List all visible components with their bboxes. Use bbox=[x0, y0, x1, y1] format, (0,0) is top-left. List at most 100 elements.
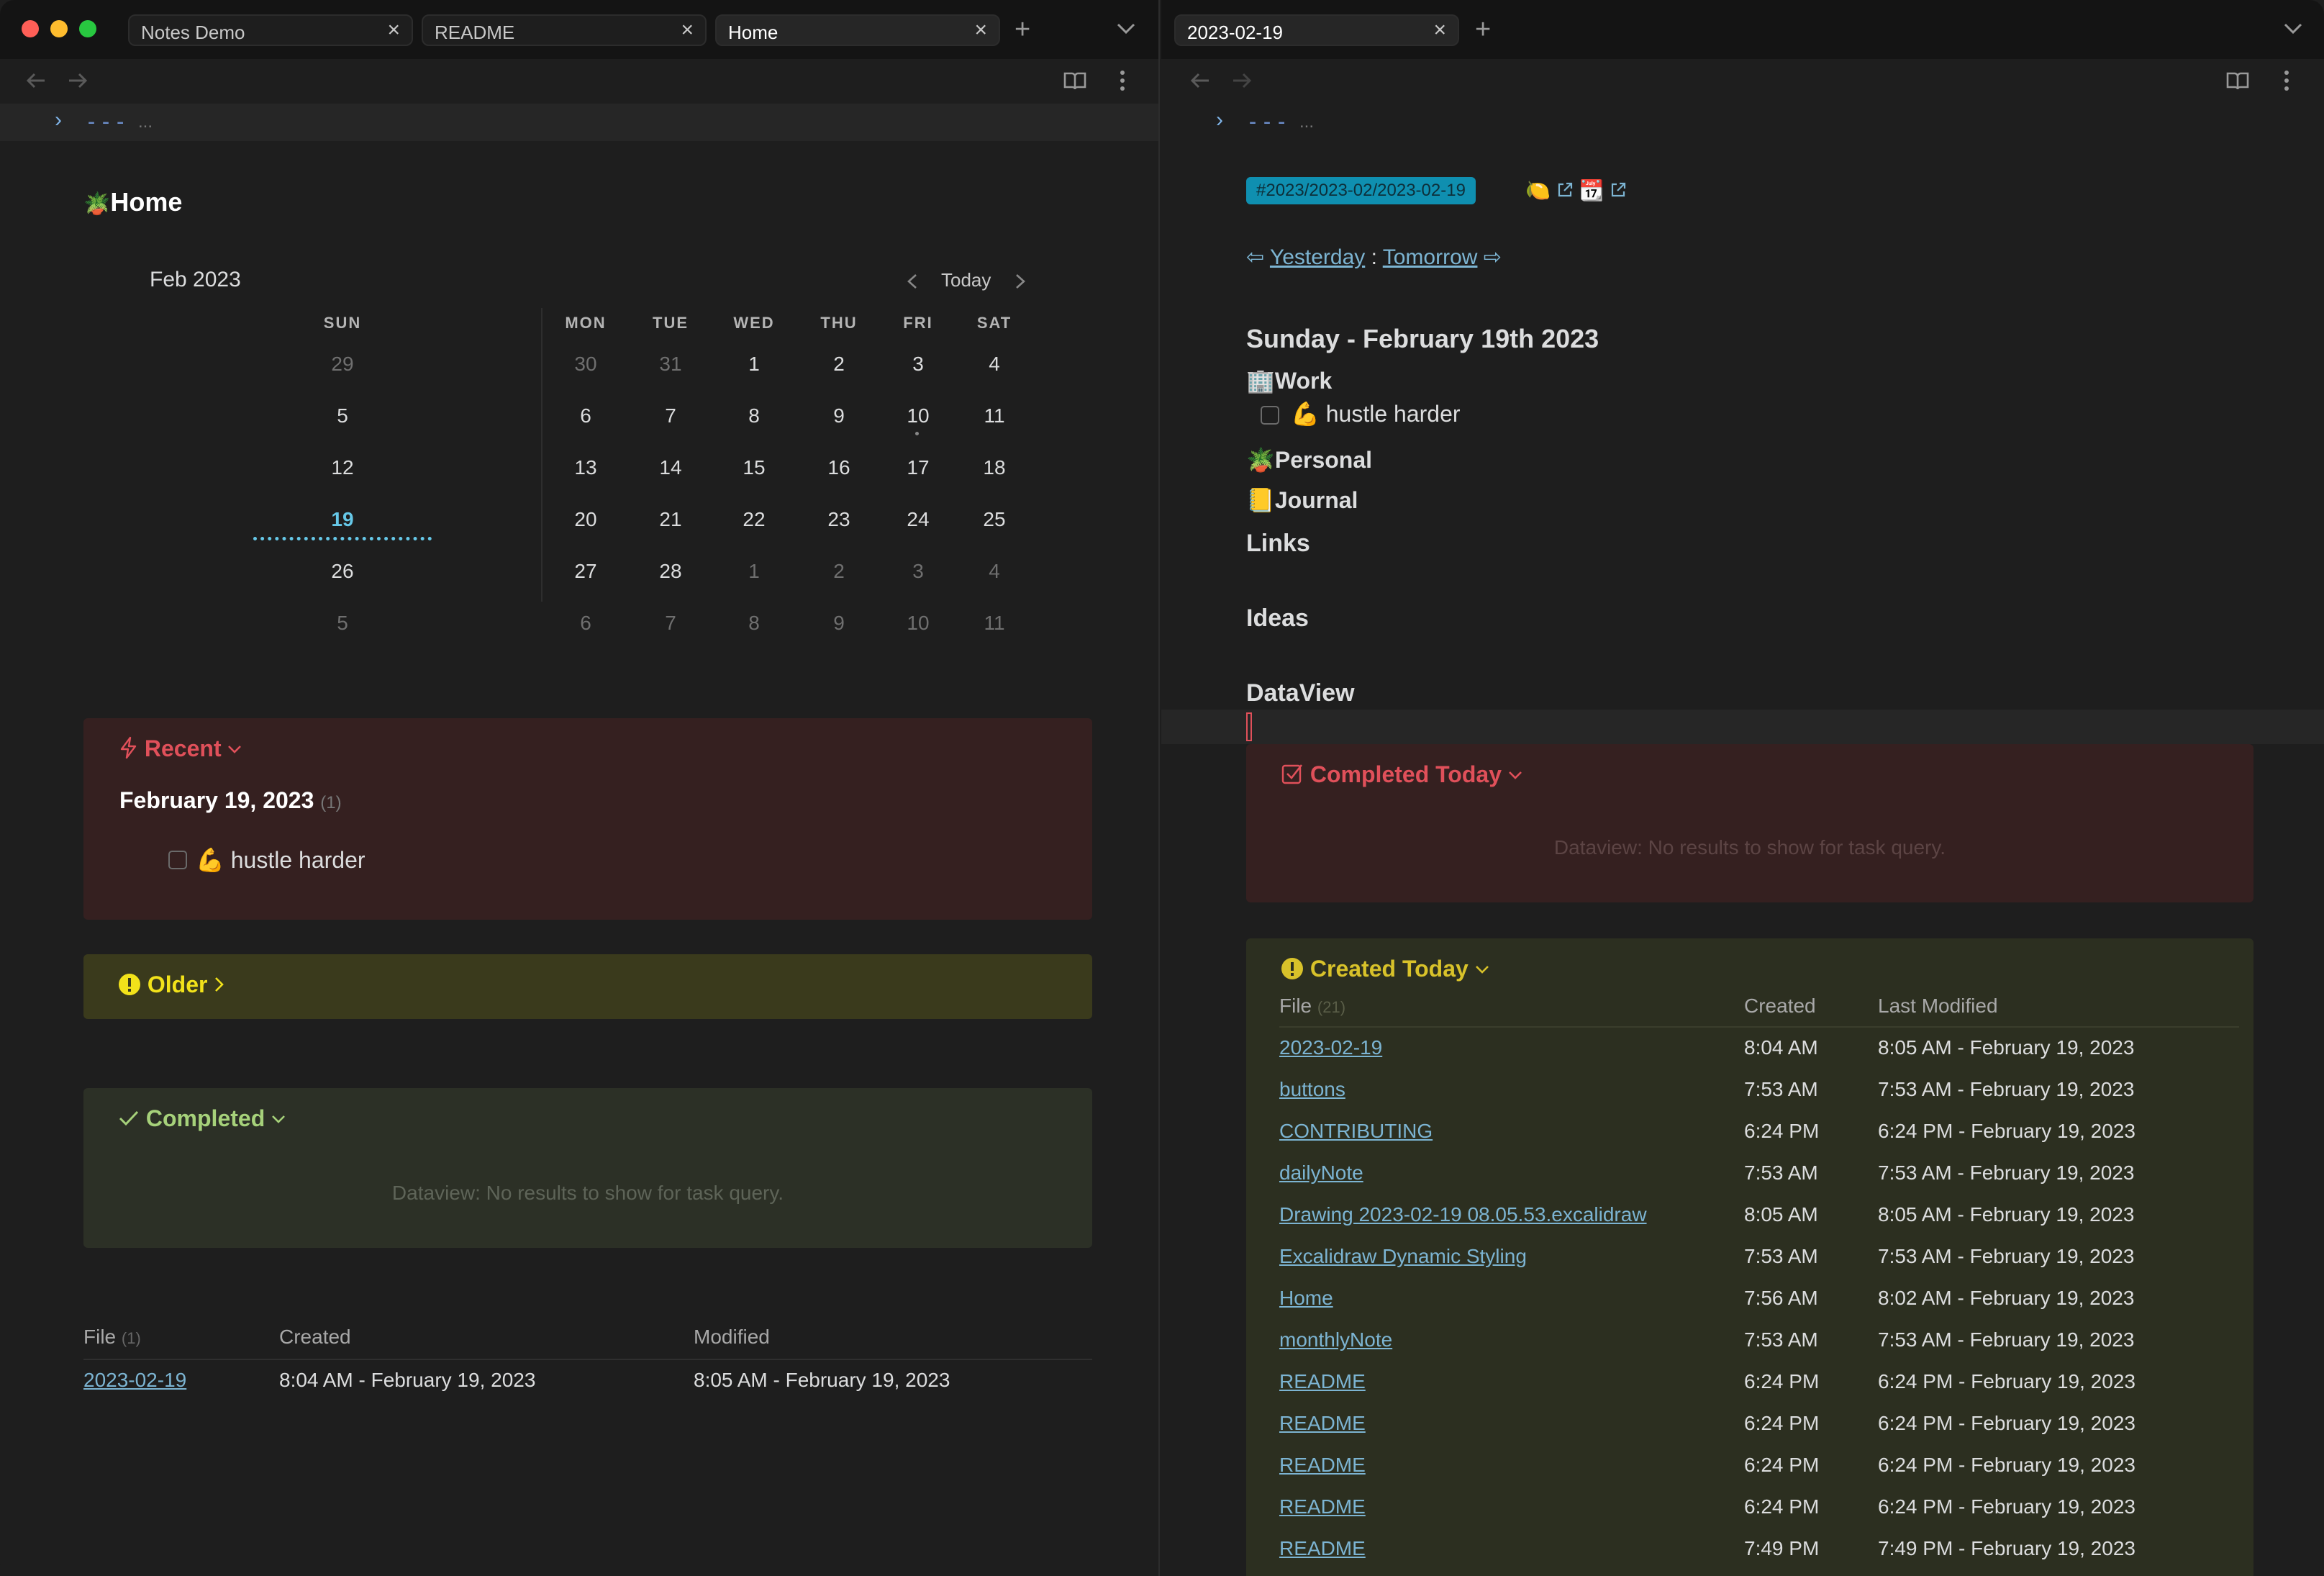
external-link-icon[interactable] bbox=[1556, 181, 1574, 199]
arrow-left-icon[interactable] bbox=[26, 72, 46, 89]
calendar-day[interactable]: 10 bbox=[889, 404, 947, 427]
file-link[interactable]: monthlyNote bbox=[1279, 1328, 1392, 1351]
calendar-day[interactable]: 10 bbox=[889, 612, 947, 635]
more-vertical-icon[interactable] bbox=[1118, 69, 1127, 92]
task-checkbox[interactable] bbox=[168, 851, 187, 869]
calendar-day[interactable]: 25 bbox=[966, 508, 1023, 531]
older-callout[interactable]: Older bbox=[83, 954, 1092, 1019]
file-link[interactable]: README bbox=[1279, 1412, 1366, 1435]
file-link[interactable]: dailyNote bbox=[1279, 1161, 1363, 1185]
recent-header[interactable]: Recent bbox=[119, 735, 242, 762]
file-link[interactable]: Home bbox=[1279, 1287, 1333, 1310]
frontmatter-collapsed[interactable]: › --- ... bbox=[1161, 104, 2324, 141]
table-header-last-modified[interactable]: Last Modified bbox=[1878, 995, 1998, 1018]
calendar-day[interactable]: 23 bbox=[810, 508, 868, 531]
plus-icon[interactable]: + bbox=[1475, 16, 1491, 43]
file-link[interactable]: 2023-02-19 bbox=[1279, 1036, 1382, 1059]
calendar-day[interactable]: 11 bbox=[966, 404, 1023, 427]
file-link[interactable]: Excalidraw Dynamic Styling bbox=[1279, 1245, 1527, 1268]
chevron-right-icon[interactable] bbox=[1015, 273, 1026, 289]
calendar-day[interactable]: 4 bbox=[966, 353, 1023, 376]
arrow-left-icon[interactable] bbox=[1190, 72, 1210, 89]
tab-readme[interactable]: README × bbox=[422, 14, 707, 46]
calendar-day[interactable]: 9 bbox=[810, 404, 868, 427]
table-header-created[interactable]: Created bbox=[1744, 995, 1816, 1018]
external-link-icon[interactable] bbox=[1610, 181, 1627, 199]
calendar-day[interactable]: 7 bbox=[642, 404, 699, 427]
file-link[interactable]: README bbox=[1279, 1454, 1366, 1477]
calendar-day[interactable]: 19 bbox=[314, 508, 371, 531]
calendar-day[interactable]: 13 bbox=[557, 456, 614, 479]
file-link[interactable]: README bbox=[1279, 1495, 1366, 1518]
calendar-icon[interactable]: 📆 bbox=[1579, 178, 1604, 202]
calendar-day[interactable]: 2 bbox=[810, 353, 868, 376]
table-header-created[interactable]: Created bbox=[279, 1326, 351, 1349]
text-cursor[interactable] bbox=[1246, 712, 1252, 741]
chevron-right-icon[interactable]: › bbox=[1216, 108, 1223, 132]
file-link[interactable]: 2023-02-19 bbox=[83, 1369, 186, 1392]
arrow-right-icon[interactable] bbox=[1232, 72, 1252, 89]
calendar-day[interactable]: 1 bbox=[725, 560, 783, 583]
task-checkbox[interactable] bbox=[1261, 406, 1279, 425]
table-header-modified[interactable]: Modified bbox=[694, 1326, 770, 1349]
calendar-day[interactable]: 20 bbox=[557, 508, 614, 531]
frontmatter-collapsed[interactable]: › --- ... bbox=[0, 104, 1158, 141]
file-link[interactable]: README bbox=[1279, 1537, 1366, 1560]
chevron-down-icon[interactable] bbox=[1117, 23, 1135, 35]
close-window-button[interactable] bbox=[22, 20, 39, 37]
calendar-day[interactable]: 11 bbox=[966, 612, 1023, 635]
arrow-right-icon[interactable] bbox=[68, 72, 88, 89]
maximize-window-button[interactable] bbox=[79, 20, 96, 37]
completed-header[interactable]: Completed bbox=[118, 1105, 286, 1132]
calendar-day[interactable]: 6 bbox=[557, 404, 614, 427]
calendar-day[interactable]: 18 bbox=[966, 456, 1023, 479]
minimize-window-button[interactable] bbox=[50, 20, 68, 37]
calendar-day[interactable]: 2 bbox=[810, 560, 868, 583]
calendar-today-button[interactable]: Today bbox=[941, 269, 991, 291]
older-header[interactable]: Older bbox=[118, 972, 224, 998]
calendar-day[interactable]: 27 bbox=[557, 560, 614, 583]
calendar-day[interactable]: 12 bbox=[314, 456, 371, 479]
calendar-day[interactable]: 31 bbox=[642, 353, 699, 376]
calendar-day[interactable]: 8 bbox=[725, 612, 783, 635]
created-today-header[interactable]: Created Today bbox=[1281, 956, 1489, 982]
book-open-icon[interactable] bbox=[2226, 71, 2249, 91]
plus-icon[interactable]: + bbox=[1015, 16, 1030, 43]
calendar-day[interactable]: 8 bbox=[725, 404, 783, 427]
calendar-day[interactable]: 16 bbox=[810, 456, 868, 479]
file-link[interactable]: CONTRIBUTING bbox=[1279, 1120, 1433, 1143]
file-link[interactable]: README bbox=[1279, 1370, 1366, 1393]
calendar-day[interactable]: 5 bbox=[314, 404, 371, 427]
calendar-day[interactable]: 29 bbox=[314, 353, 371, 376]
file-link[interactable]: Drawing 2023-02-19 08.05.53.excalidraw bbox=[1279, 1203, 1647, 1226]
calendar-day[interactable]: 3 bbox=[889, 560, 947, 583]
chevron-right-icon[interactable]: › bbox=[55, 108, 62, 132]
close-icon[interactable]: × bbox=[387, 19, 400, 42]
calendar-day[interactable]: 1 bbox=[725, 353, 783, 376]
calendar-day[interactable]: 30 bbox=[557, 353, 614, 376]
calendar-day[interactable]: 5 bbox=[314, 612, 371, 635]
file-link[interactable]: buttons bbox=[1279, 1078, 1345, 1101]
calendar-day[interactable]: 22 bbox=[725, 508, 783, 531]
table-header-file[interactable]: File (1) bbox=[83, 1326, 141, 1349]
calendar-day[interactable]: 3 bbox=[889, 353, 947, 376]
tab-home[interactable]: Home × bbox=[715, 14, 1000, 46]
calendar-day[interactable]: 24 bbox=[889, 508, 947, 531]
calendar-day[interactable]: 21 bbox=[642, 508, 699, 531]
calendar-day[interactable]: 14 bbox=[642, 456, 699, 479]
calendar-day[interactable]: 4 bbox=[966, 560, 1023, 583]
tomorrow-link[interactable]: Tomorrow bbox=[1383, 245, 1478, 269]
more-vertical-icon[interactable] bbox=[2282, 69, 2291, 92]
close-icon[interactable]: × bbox=[1433, 19, 1446, 42]
tab-daily-note[interactable]: 2023-02-19 × bbox=[1174, 14, 1459, 46]
calendar-day[interactable]: 26 bbox=[314, 560, 371, 583]
tab-notes-demo[interactable]: Notes Demo × bbox=[128, 14, 413, 46]
chevron-left-icon[interactable] bbox=[907, 273, 918, 289]
calendar-day[interactable]: 15 bbox=[725, 456, 783, 479]
lemon-icon[interactable]: 🍋 bbox=[1525, 178, 1551, 202]
calendar-day[interactable]: 17 bbox=[889, 456, 947, 479]
completed-today-header[interactable]: Completed Today bbox=[1281, 761, 1522, 788]
yesterday-link[interactable]: Yesterday bbox=[1270, 245, 1365, 269]
calendar-day[interactable]: 28 bbox=[642, 560, 699, 583]
close-icon[interactable]: × bbox=[681, 19, 694, 42]
